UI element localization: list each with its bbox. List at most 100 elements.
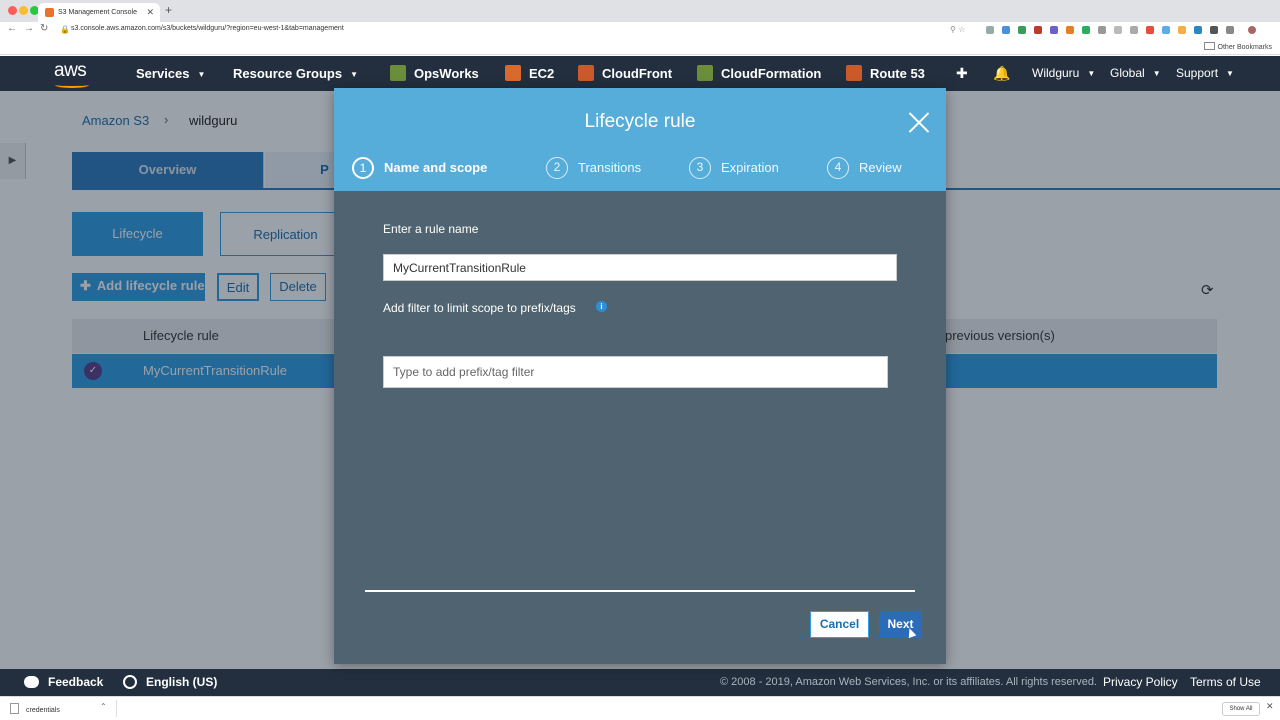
chevron-down-icon: ▼ — [350, 70, 359, 79]
url-text: s3.console.aws.amazon.com/s3/buckets/wil… — [71, 25, 344, 32]
account-menu[interactable]: Wildguru ▼ — [1032, 56, 1095, 91]
resource-groups-label: Resource Groups — [233, 66, 343, 81]
opsworks-shortcut[interactable]: OpsWorks — [390, 56, 479, 91]
browser-tabstrip: S3 Management Console ✕ + — [0, 0, 1280, 22]
step-label: Name and scope — [384, 160, 488, 175]
close-tab-icon[interactable]: ✕ — [146, 3, 154, 22]
close-icon[interactable]: ✕ — [1266, 701, 1274, 712]
modal-title: Lifecycle rule — [584, 111, 696, 132]
step-label: Review — [859, 160, 902, 175]
download-divider — [116, 700, 117, 717]
rule-name-input[interactable] — [383, 254, 897, 281]
pin-icon[interactable]: ✚ — [956, 65, 968, 82]
extension-icon[interactable] — [1066, 26, 1074, 34]
download-item[interactable]: credentials — [10, 703, 60, 714]
chevron-up-icon[interactable]: ⌃ — [100, 702, 107, 711]
profile-avatar-icon[interactable] — [1248, 26, 1256, 34]
route53-shortcut[interactable]: Route 53 — [846, 56, 925, 91]
extension-icon[interactable] — [1114, 26, 1122, 34]
aws-smile-icon — [55, 82, 89, 88]
feedback-label: Feedback — [48, 675, 104, 689]
cloudformation-icon — [697, 65, 713, 81]
cancel-button[interactable]: Cancel — [810, 611, 869, 638]
chevron-down-icon: ▼ — [1226, 69, 1234, 78]
chevron-down-icon: ▼ — [1087, 69, 1096, 78]
back-arrow-icon[interactable]: ← — [7, 23, 17, 34]
extension-icon[interactable] — [1146, 26, 1154, 34]
modal-divider — [365, 590, 915, 592]
services-menu[interactable]: Services ▼ — [136, 56, 205, 91]
feedback-icon — [24, 676, 39, 688]
lifecycle-rule-modal: Lifecycle rule 1 Name and scope 2 Transi… — [334, 88, 946, 664]
aws-logo[interactable]: aws — [54, 60, 89, 88]
browser-tab[interactable]: S3 Management Console ✕ — [38, 3, 160, 22]
extension-icon[interactable] — [986, 26, 994, 34]
ec2-label: EC2 — [529, 66, 555, 81]
close-icon[interactable] — [906, 110, 932, 136]
step-label: Transitions — [578, 160, 642, 175]
extension-icon[interactable] — [1050, 26, 1058, 34]
url-field[interactable]: 🔒 s3.console.aws.amazon.com/s3/buckets/w… — [55, 23, 985, 38]
new-tab-icon[interactable]: + — [165, 3, 172, 17]
extension-icon[interactable] — [1194, 26, 1202, 34]
extension-icon[interactable] — [1130, 26, 1138, 34]
reload-icon[interactable]: ↻ — [40, 23, 48, 34]
extension-icon[interactable] — [1162, 26, 1170, 34]
console-footer: Feedback English (US) © 2008 - 2019, Ama… — [0, 669, 1280, 696]
modal-header: Lifecycle rule 1 Name and scope 2 Transi… — [334, 88, 946, 191]
cloudformation-shortcut[interactable]: CloudFormation — [697, 56, 821, 91]
step-number: 4 — [827, 157, 849, 179]
aws-top-nav: aws Services ▼ Resource Groups ▼ OpsWorks … — [0, 56, 1280, 91]
prefix-tag-filter-input[interactable] — [383, 356, 888, 388]
downloads-bar: credentials ⌃ Show All ✕ — [0, 696, 1280, 720]
resource-groups-menu[interactable]: Resource Groups ▼ — [233, 56, 358, 91]
opsworks-label: OpsWorks — [414, 66, 479, 81]
privacy-policy-link[interactable]: Privacy Policy — [1103, 669, 1178, 696]
ec2-icon — [505, 65, 521, 81]
extension-icons — [986, 26, 1266, 36]
info-icon[interactable]: i — [596, 301, 607, 312]
cloudfront-label: CloudFront — [602, 66, 673, 81]
close-window-button[interactable] — [8, 6, 17, 15]
extension-icon[interactable] — [1002, 26, 1010, 34]
terms-of-use-link[interactable]: Terms of Use — [1190, 669, 1261, 696]
extension-icon[interactable] — [1018, 26, 1026, 34]
browser-tab-title: S3 Management Console — [58, 9, 137, 16]
bell-icon[interactable]: 🔔 — [993, 65, 1010, 82]
copyright-text: © 2008 - 2019, Amazon Web Services, Inc.… — [720, 676, 1097, 688]
filter-label: Add filter to limit scope to prefix/tags — [383, 301, 576, 315]
region-menu[interactable]: Global ▼ — [1110, 56, 1161, 91]
other-bookmarks[interactable]: Other Bookmarks — [1204, 42, 1272, 51]
extension-icon[interactable] — [1098, 26, 1106, 34]
step-number: 1 — [352, 157, 374, 179]
lock-icon: 🔒 — [60, 25, 70, 34]
minimize-window-button[interactable] — [19, 6, 28, 15]
feedback-link[interactable]: Feedback — [24, 669, 103, 696]
step-number: 3 — [689, 157, 711, 179]
route53-label: Route 53 — [870, 66, 925, 81]
zoom-star-icons[interactable]: ⚲ ☆ — [950, 25, 965, 34]
cloudfront-shortcut[interactable]: CloudFront — [578, 56, 672, 91]
step-label: Expiration — [721, 160, 779, 175]
extension-icon[interactable] — [1178, 26, 1186, 34]
support-menu[interactable]: Support ▼ — [1176, 56, 1234, 91]
browser-address-bar: ← → ↻ 🔒 s3.console.aws.amazon.com/s3/buc… — [0, 22, 1280, 40]
cloudfront-icon — [578, 65, 594, 81]
forward-arrow-icon[interactable]: → — [24, 23, 34, 34]
rule-name-label: Enter a rule name — [383, 222, 479, 236]
chevron-down-icon: ▼ — [197, 70, 206, 79]
ec2-shortcut[interactable]: EC2 — [505, 56, 554, 91]
show-all-button[interactable]: Show All — [1222, 702, 1260, 716]
globe-icon — [123, 675, 137, 689]
account-label: Wildguru — [1032, 66, 1080, 80]
opsworks-icon — [390, 65, 406, 81]
aws-favicon-icon — [45, 8, 54, 17]
language-selector[interactable]: English (US) — [123, 669, 217, 696]
extension-icon[interactable] — [1034, 26, 1042, 34]
bookmarks-bar: Other Bookmarks — [0, 40, 1280, 55]
extension-icon[interactable] — [1226, 26, 1234, 34]
extension-icon[interactable] — [1210, 26, 1218, 34]
route53-icon — [846, 65, 862, 81]
extension-icon[interactable] — [1082, 26, 1090, 34]
support-label: Support — [1176, 66, 1219, 80]
